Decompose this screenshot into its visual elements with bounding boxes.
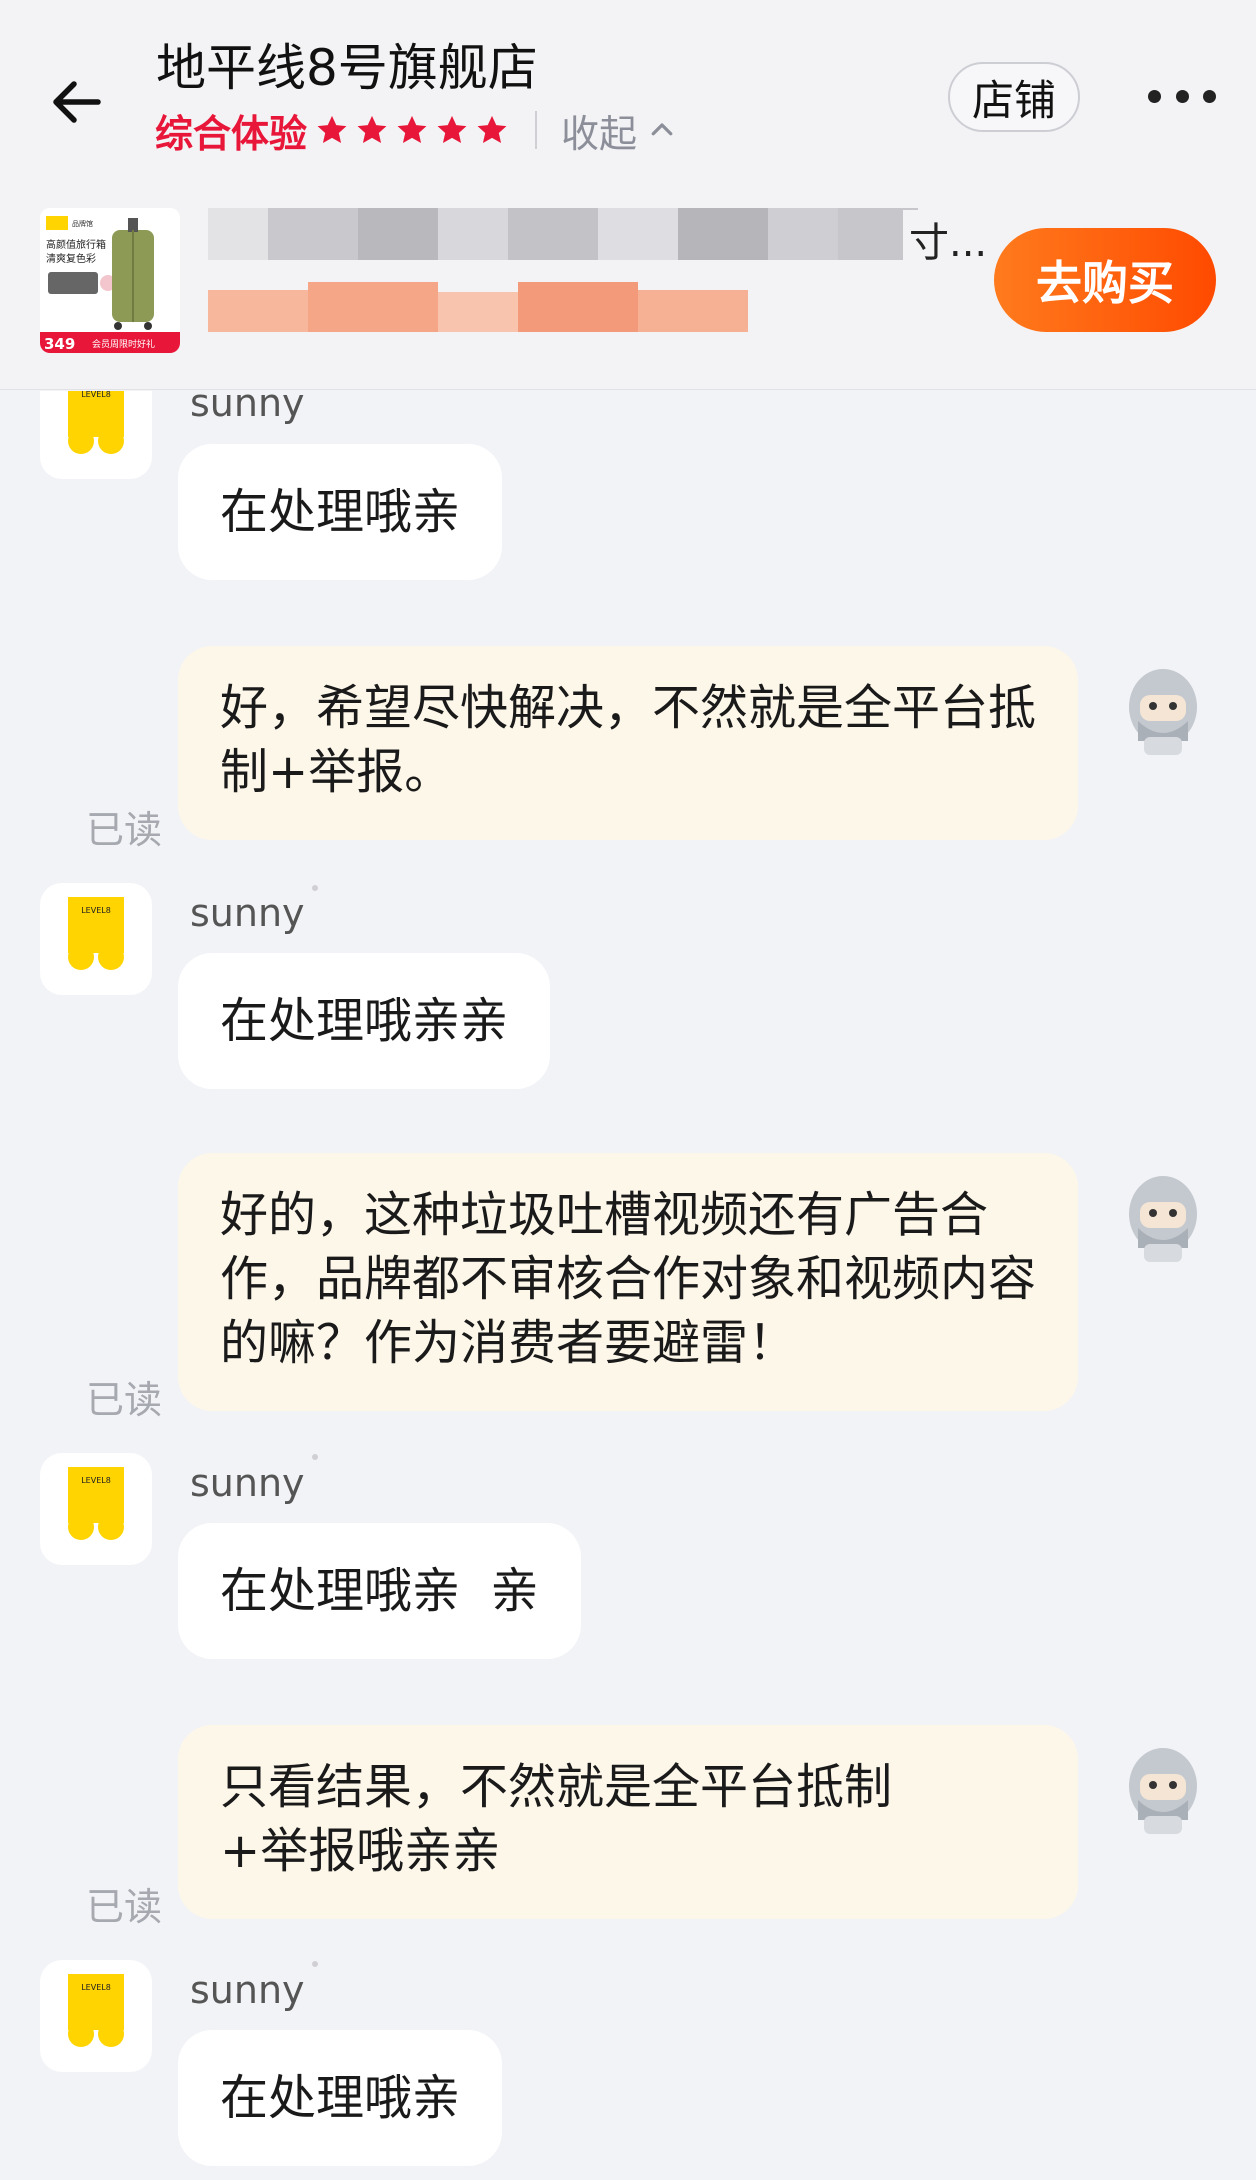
read-status: 已读 [86, 1378, 163, 1422]
rating-row: 综合体验 收起 [155, 103, 677, 157]
star-icon [317, 115, 347, 144]
svg-text:LEVEL8: LEVEL8 [81, 906, 111, 915]
message-bubble[interactable]: 只看结果，不然就是全平台抵制+举报哦亲亲 [178, 1725, 1078, 1919]
collapse-toggle[interactable]: 收起 [561, 103, 637, 158]
sender-name: sunny [190, 891, 305, 935]
read-status: 已读 [86, 1885, 163, 1929]
sender-name: sunny [190, 391, 305, 425]
separator-dot [312, 1454, 318, 1460]
shop-avatar[interactable]: LEVEL8 [40, 391, 152, 479]
user-avatar[interactable] [1118, 1740, 1208, 1836]
product-title[interactable]: 寸... [208, 208, 988, 268]
shop-avatar[interactable]: LEVEL8 [40, 1960, 152, 2072]
more-dots-icon[interactable] [1148, 84, 1216, 108]
product-price-blurred [208, 282, 808, 340]
rating-label: 综合体验 [155, 111, 308, 156]
star-icon [477, 115, 507, 144]
buy-button[interactable]: 去购买 [994, 228, 1216, 332]
svg-text:会员周限时好礼: 会员周限时好礼 [92, 338, 155, 350]
divider [535, 111, 538, 149]
back-arrow-icon[interactable] [46, 70, 110, 134]
read-status: 已读 [86, 808, 163, 852]
message-bubble[interactable]: 好，希望尽快解决，不然就是全平台抵制+举报。 [178, 646, 1078, 840]
product-thumbnail[interactable]: 品牌馆 高颜值旅行箱 清爽复色彩 349 会员周限时好礼 [40, 208, 180, 353]
message-bubble[interactable]: 在处理哦亲亲 [178, 953, 551, 1089]
message-bubble[interactable]: 在处理哦亲 [178, 444, 503, 580]
message-bubble[interactable]: 在处理哦亲 亲 [178, 1523, 581, 1659]
product-title-text: 寸... [903, 210, 988, 268]
shop-name[interactable]: 地平线8号旗舰店 [156, 28, 538, 100]
store-button[interactable]: 店铺 [948, 62, 1080, 132]
svg-text:LEVEL8: LEVEL8 [81, 391, 111, 399]
message-bubble[interactable]: 好的，这种垃圾吐槽视频还有广告合作，品牌都不审核合作对象和视频内容的嘛？作为消费… [178, 1153, 1078, 1411]
star-icon [437, 115, 467, 144]
shop-avatar[interactable]: LEVEL8 [40, 883, 152, 995]
chat-messages: LEVEL8 sunny 在处理哦亲 好，希望尽快解决，不然就是全平台抵制+举报… [0, 391, 1256, 2180]
sender-name: sunny [190, 1461, 305, 1505]
svg-text:高颜值旅行箱: 高颜值旅行箱 [46, 238, 106, 251]
svg-text:LEVEL8: LEVEL8 [81, 1983, 111, 1992]
rating-stars [315, 113, 515, 147]
star-icon [357, 115, 387, 144]
star-icon [397, 115, 427, 144]
svg-text:品牌馆: 品牌馆 [72, 219, 93, 228]
chat-header: 地平线8号旗舰店 综合体验 收起 店铺 品牌馆 高颜值旅行箱 清爽复色彩 349… [0, 0, 1256, 390]
svg-text:LEVEL8: LEVEL8 [81, 1476, 111, 1485]
shop-avatar[interactable]: LEVEL8 [40, 1453, 152, 1565]
user-avatar[interactable] [1118, 661, 1208, 757]
svg-text:349: 349 [44, 335, 75, 353]
user-avatar[interactable] [1118, 1168, 1208, 1264]
svg-text:清爽复色彩: 清爽复色彩 [46, 252, 96, 265]
separator-dot [312, 1961, 318, 1967]
chevron-up-icon[interactable] [647, 115, 677, 145]
sender-name: sunny [190, 1968, 305, 2012]
blurred-text [208, 208, 918, 260]
separator-dot [312, 885, 318, 891]
message-bubble[interactable]: 在处理哦亲 [178, 2030, 503, 2166]
